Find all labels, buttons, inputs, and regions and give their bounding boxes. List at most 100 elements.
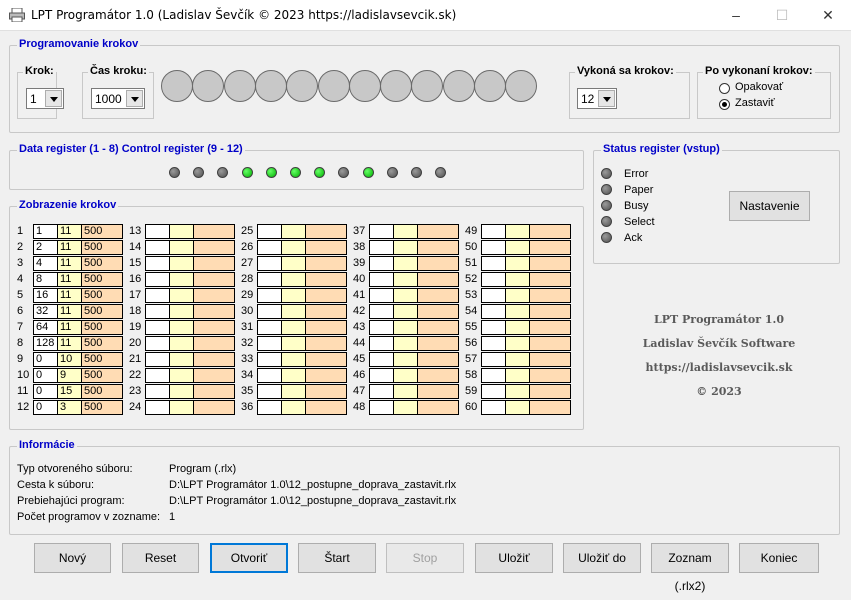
step-control-cell[interactable] [169,272,194,287]
step-control-cell[interactable] [505,368,530,383]
step-control-cell[interactable] [281,400,306,415]
step-time-select[interactable]: 1000 [91,88,145,109]
step-control-cell[interactable]: 3 [57,400,82,415]
chevron-down-icon[interactable] [598,90,615,107]
step-data-cell[interactable] [369,304,394,319]
step-time-cell[interactable] [417,384,459,399]
step-data-cell[interactable] [481,240,506,255]
step-time-cell[interactable] [529,240,571,255]
step-data-cell[interactable] [145,400,170,415]
settings-button[interactable]: Nastavenie [729,191,810,221]
step-control-cell[interactable] [281,336,306,351]
stop-button[interactable]: Stop [386,543,464,573]
step-control-cell[interactable] [393,352,418,367]
step-time-cell[interactable]: 500 [81,336,123,351]
step-time-cell[interactable] [193,352,235,367]
repeat-label[interactable]: Opakovať [735,81,783,93]
step-time-cell[interactable] [417,224,459,239]
step-control-cell[interactable] [169,400,194,415]
stop-label[interactable]: Zastaviť [735,97,775,109]
step-control-cell[interactable] [281,352,306,367]
step-time-cell[interactable] [193,272,235,287]
step-control-cell[interactable] [505,256,530,271]
start-button[interactable]: Štart [298,543,376,573]
step-time-cell[interactable] [417,320,459,335]
step-data-cell[interactable]: 8 [33,272,58,287]
step-control-cell[interactable]: 10 [57,352,82,367]
step-data-cell[interactable] [369,400,394,415]
step-control-cell[interactable] [281,288,306,303]
step-time-cell[interactable] [529,320,571,335]
step-control-cell[interactable]: 11 [57,304,82,319]
step-time-cell[interactable]: 500 [81,224,123,239]
step-control-cell[interactable] [393,272,418,287]
step-time-cell[interactable] [417,272,459,287]
step-data-cell[interactable] [257,272,282,287]
step-control-cell[interactable] [169,352,194,367]
step-data-cell[interactable]: 32 [33,304,58,319]
close-button[interactable]: ✕ [805,0,851,31]
step-control-cell[interactable] [393,304,418,319]
step-time-cell[interactable] [417,304,459,319]
step-data-cell[interactable] [369,368,394,383]
step-control-cell[interactable] [505,352,530,367]
step-control-cell[interactable] [393,320,418,335]
step-control-cell[interactable] [393,400,418,415]
step-control-cell[interactable] [281,256,306,271]
step-time-cell[interactable]: 500 [81,384,123,399]
step-time-cell[interactable] [305,352,347,367]
step-data-cell[interactable] [481,256,506,271]
step-control-cell[interactable] [169,240,194,255]
step-control-cell[interactable] [281,320,306,335]
step-control-cell[interactable] [169,288,194,303]
step-time-cell[interactable] [305,336,347,351]
step-data-cell[interactable] [145,256,170,271]
step-data-cell[interactable] [481,400,506,415]
step-time-cell[interactable] [529,224,571,239]
step-control-cell[interactable] [169,320,194,335]
step-time-cell[interactable] [193,256,235,271]
step-data-cell[interactable] [145,368,170,383]
steps-count-select[interactable]: 12 [577,88,617,109]
step-control-cell[interactable] [505,304,530,319]
step-time-cell[interactable] [305,368,347,383]
step-data-cell[interactable] [481,368,506,383]
step-control-cell[interactable]: 15 [57,384,82,399]
stop-radio[interactable] [719,99,730,110]
step-data-cell[interactable] [257,352,282,367]
step-time-cell[interactable] [529,400,571,415]
step-data-cell[interactable] [257,320,282,335]
minimize-button[interactable]: – [713,0,759,31]
step-data-cell[interactable] [481,224,506,239]
step-data-cell[interactable] [257,400,282,415]
open-button[interactable]: Otvoriť [210,543,288,573]
reset-button[interactable]: Reset [122,543,199,573]
step-control-cell[interactable] [505,288,530,303]
repeat-radio[interactable] [719,83,730,94]
step-time-cell[interactable]: 500 [81,240,123,255]
step-control-cell[interactable] [505,320,530,335]
step-time-cell[interactable] [417,256,459,271]
step-data-cell[interactable] [481,272,506,287]
step-data-cell[interactable]: 2 [33,240,58,255]
step-data-cell[interactable] [369,288,394,303]
step-control-cell[interactable] [505,384,530,399]
step-time-cell[interactable] [193,224,235,239]
step-control-cell[interactable] [393,384,418,399]
step-control-cell[interactable]: 11 [57,272,82,287]
step-data-cell[interactable]: 16 [33,288,58,303]
step-control-cell[interactable] [505,272,530,287]
step-data-cell[interactable] [369,320,394,335]
step-control-cell[interactable]: 11 [57,320,82,335]
step-time-cell[interactable] [417,336,459,351]
step-time-cell[interactable] [529,336,571,351]
step-data-cell[interactable] [257,224,282,239]
step-data-cell[interactable] [369,224,394,239]
step-control-cell[interactable] [393,368,418,383]
step-data-cell[interactable] [369,256,394,271]
save-button[interactable]: Uložiť [475,543,553,573]
step-data-cell[interactable] [145,352,170,367]
step-control-cell[interactable] [169,304,194,319]
step-time-cell[interactable] [529,304,571,319]
step-time-cell[interactable]: 500 [81,320,123,335]
